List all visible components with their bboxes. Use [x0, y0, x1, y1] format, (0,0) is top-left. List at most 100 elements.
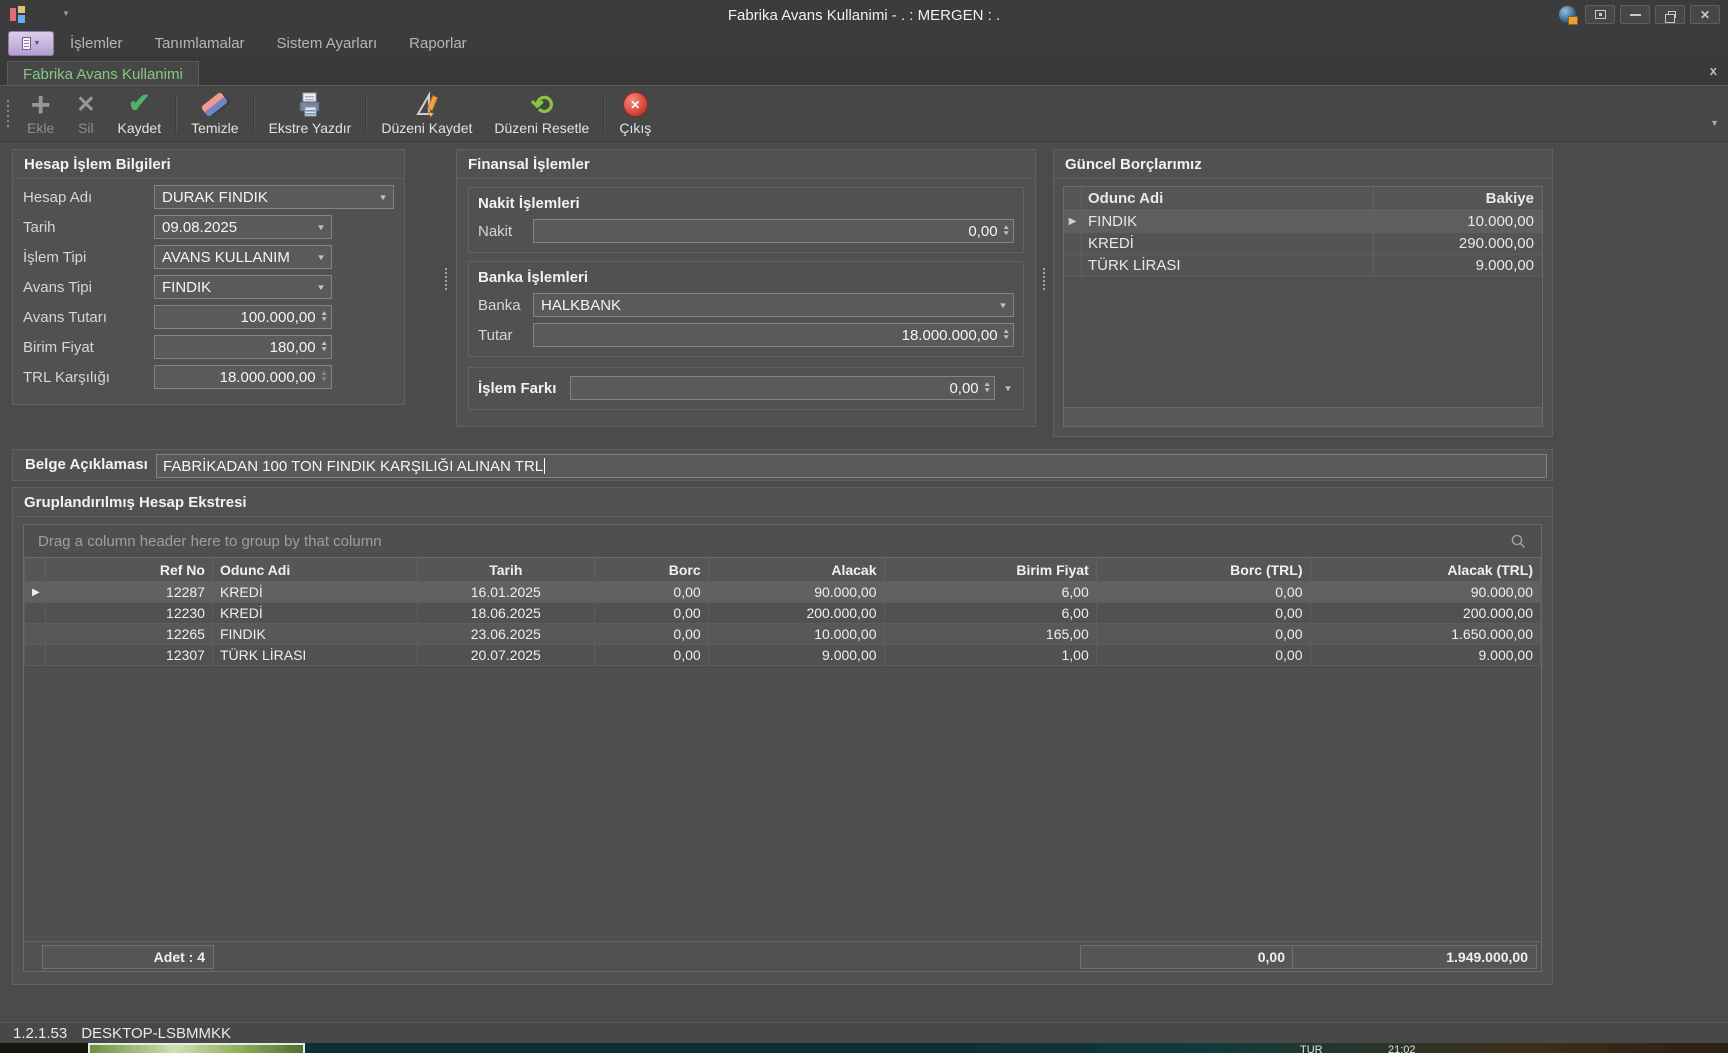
title-bar: ▼ Fabrika Avans Kullanimi - . : MERGEN :…	[0, 0, 1728, 30]
chevron-down-icon[interactable]: ▼	[316, 253, 326, 262]
borclar-row[interactable]: ▶ FINDIK 10.000,00	[1064, 211, 1542, 233]
row-indicator-header	[1064, 187, 1082, 210]
col-alacak-trl[interactable]: Alacak (TRL)	[1310, 558, 1541, 582]
avans-tutari-spinner[interactable]: 100.000,00 ▲▼	[154, 305, 332, 329]
islem-tipi-label: İşlem Tipi	[23, 249, 154, 266]
document-icon	[22, 37, 31, 50]
kaydet-button[interactable]: ✔ Kaydet	[107, 86, 173, 141]
duzeni-resetle-button[interactable]: ⟲ Düzeni Resetle	[483, 86, 600, 141]
ekstre-header-row: Ref No Odunc Adi Tarih Borc Alacak Birim…	[25, 558, 1541, 582]
belge-aciklamasi-input[interactable]: FABRİKADAN 100 TON FINDIK KARŞILIĞI ALIN…	[156, 454, 1547, 478]
desktop-thumbnail	[88, 1043, 305, 1053]
spin-buttons[interactable]: ▲▼	[984, 382, 990, 394]
minimize-button[interactable]	[1620, 5, 1650, 24]
row-indicator-icon: ▶	[1064, 211, 1082, 232]
chevron-down-icon[interactable]: ▼	[998, 301, 1008, 310]
app-logo-icon	[10, 6, 30, 23]
plus-icon: +	[31, 91, 51, 119]
islem-tipi-combo[interactable]: AVANS KULLANIM ▼	[154, 245, 332, 269]
col-bakiye[interactable]: Bakiye	[1374, 187, 1542, 210]
restore-button[interactable]	[1655, 5, 1685, 24]
tutar-label: Tutar	[478, 327, 533, 344]
chevron-down-icon[interactable]: ▼	[316, 223, 326, 232]
group-title: Banka İşlemleri	[478, 264, 1014, 293]
tutar-spinner[interactable]: 18.000.000,00 ▲▼	[533, 323, 1014, 347]
temizle-button[interactable]: Temizle	[180, 86, 249, 141]
col-odunc-adi[interactable]: Odunc Adi	[212, 558, 417, 582]
sil-button[interactable]: ✕ Sil	[65, 86, 106, 141]
panel-title: Finansal İşlemler	[457, 150, 1035, 179]
birim-fiyat-spinner[interactable]: 180,00 ▲▼	[154, 335, 332, 359]
spin-buttons[interactable]: ▲▼	[1003, 329, 1009, 341]
chevron-down-icon[interactable]: ▼	[378, 193, 388, 202]
nakit-islemleri-group: Nakit İşlemleri Nakit 0,00 ▲▼	[468, 187, 1024, 253]
trl-karsiligi-label: TRL Karşılığı	[23, 369, 154, 386]
chevron-down-icon[interactable]: ▼	[1003, 384, 1013, 393]
menu-islemler[interactable]: İşlemler	[54, 30, 139, 57]
col-odunc-adi[interactable]: Odunc Adi	[1082, 187, 1374, 210]
banka-combo[interactable]: HALKBANK ▼	[533, 293, 1014, 317]
hesap-adi-combo[interactable]: DURAK FINDIK ▼	[154, 185, 394, 209]
status-bar: 1.2.1.53 DESKTOP-LSBMMKK	[0, 1022, 1728, 1043]
col-birim-fiyat[interactable]: Birim Fiyat	[884, 558, 1096, 582]
toolbar-separator	[175, 94, 177, 133]
islem-farki-spinner[interactable]: 0,00 ▲▼	[570, 376, 995, 400]
footer-count: Adet : 4	[42, 945, 214, 969]
hesap-adi-label: Hesap Adı	[23, 189, 154, 206]
menu-bar: ▼ İşlemler Tanımlamalar Sistem Ayarları …	[0, 30, 1728, 58]
menu-sistem-ayarlari[interactable]: Sistem Ayarları	[261, 30, 394, 57]
borclar-grid: Odunc Adi Bakiye ▶ FINDIK 10.000,00 KRED…	[1063, 186, 1543, 427]
tab-fabrika-avans-kullanimi[interactable]: Fabrika Avans Kullanimi	[7, 61, 199, 86]
ekstre-row[interactable]: ▶ 12287 KREDİ 16.01.2025 0,00 90.000,00 …	[25, 582, 1541, 603]
menu-raporlar[interactable]: Raporlar	[393, 30, 483, 57]
toolbar-separator	[603, 94, 605, 133]
avans-tipi-combo[interactable]: FINDIK ▼	[154, 275, 332, 299]
vertical-splitter[interactable]	[444, 268, 448, 290]
spin-buttons[interactable]: ▲▼	[321, 341, 327, 353]
islem-farki-group: İşlem Farkı 0,00 ▲▼ ▼	[468, 367, 1024, 410]
tab-close-button[interactable]: x	[1710, 63, 1717, 78]
footer-alacak-trl-total: 1.949.000,00	[1292, 945, 1537, 969]
nakit-spinner[interactable]: 0,00 ▲▼	[533, 219, 1014, 243]
toolbar-separator	[253, 94, 255, 133]
borclar-row[interactable]: KREDİ 290.000,00	[1064, 233, 1542, 255]
ekstre-row[interactable]: 12265 FINDIK 23.06.2025 0,00 10.000,00 1…	[25, 624, 1541, 645]
toolbar-grip[interactable]	[7, 100, 9, 130]
close-button[interactable]: ✕	[1690, 5, 1720, 24]
duzeni-kaydet-button[interactable]: Düzeni Kaydet	[370, 86, 483, 141]
tarih-picker[interactable]: 09.08.2025 ▼	[154, 215, 332, 239]
tarih-label: Tarih	[23, 219, 154, 236]
col-borc-trl[interactable]: Borc (TRL)	[1096, 558, 1310, 582]
check-icon: ✔	[128, 88, 151, 119]
restore-icon	[1668, 11, 1676, 18]
reset-arrow-icon: ⟲	[531, 91, 554, 119]
ekstre-row[interactable]: 12307 TÜRK LİRASI 20.07.2025 0,00 9.000,…	[25, 645, 1541, 666]
quick-access-chevron-icon[interactable]: ▼	[62, 9, 70, 18]
col-alacak[interactable]: Alacak	[708, 558, 884, 582]
application-menu-button[interactable]: ▼	[8, 31, 54, 56]
tray-clock: 21:02	[1388, 1044, 1416, 1053]
ekle-button[interactable]: + Ekle	[16, 86, 65, 141]
menu-tanimlamalar[interactable]: Tanımlamalar	[139, 30, 261, 57]
chevron-down-icon[interactable]: ▼	[316, 283, 326, 292]
spin-buttons[interactable]: ▲▼	[321, 311, 327, 323]
ekstre-row[interactable]: 12230 KREDİ 18.06.2025 0,00 200.000,00 6…	[25, 603, 1541, 624]
session-lock-icon	[1559, 6, 1576, 23]
spin-buttons[interactable]: ▲▼	[1003, 225, 1009, 237]
cikis-button[interactable]: Çıkış	[608, 86, 662, 141]
group-title: Nakit İşlemleri	[478, 190, 1014, 219]
group-by-panel: Drag a column header here to group by th…	[24, 525, 1541, 557]
col-borc[interactable]: Borc	[594, 558, 708, 582]
col-tarih[interactable]: Tarih	[417, 558, 594, 582]
ekstre-yazdir-button[interactable]: Ekstre Yazdır	[258, 86, 363, 141]
vertical-splitter[interactable]	[1042, 268, 1046, 290]
trl-karsiligi-spinner[interactable]: 18.000.000,00 ▲▼	[154, 365, 332, 389]
text-caret	[544, 458, 545, 474]
fullscreen-button[interactable]	[1585, 5, 1615, 24]
toolbar-overflow-chevron-icon[interactable]: ▼	[1710, 118, 1719, 128]
borclar-row[interactable]: TÜRK LİRASI 9.000,00	[1064, 255, 1542, 277]
toolbar-separator	[365, 94, 367, 133]
col-ref-no[interactable]: Ref No	[46, 558, 213, 582]
search-icon[interactable]	[1510, 533, 1527, 550]
panel-title: Gruplandırılmış Hesap Ekstresi	[13, 488, 1552, 517]
